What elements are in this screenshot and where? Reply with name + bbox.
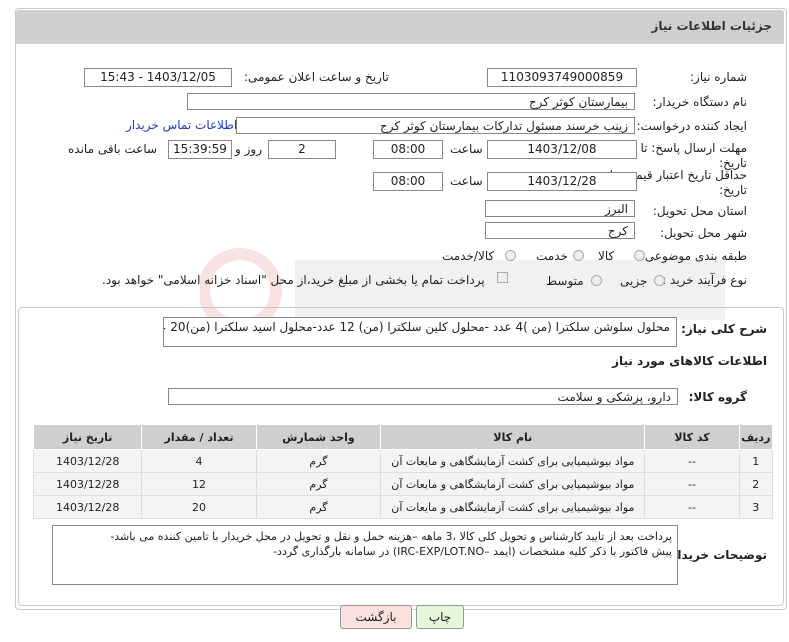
col-name: نام کالا [380,424,646,450]
creator-label: ایجاد کننده درخواست: [636,119,747,133]
category-option-goods: کالا [598,249,615,263]
cell-unit: گرم [255,449,382,473]
validity-time-label: ساعت [450,174,483,188]
category-label: طبقه بندی موضوعی: [640,249,747,263]
buyer-org-label: نام دستگاه خریدار: [652,95,748,109]
cell-qty: 12 [141,472,257,496]
buyer-contact-link[interactable]: اطلاعات تماس خریدار [126,118,237,132]
category-radio-service[interactable] [573,250,584,261]
goods-group-field[interactable]: دارو، پزشکی و سلامت [168,388,678,405]
description-field[interactable]: محلول سلوشن سلکترا (من )4 عدد -محلول کلی… [163,317,677,347]
validity-date-field[interactable]: 1403/12/28 [487,172,637,191]
table-row[interactable]: 2 -- مواد بیوشیمیایی برای کشت آزمایشگاهی… [32,472,774,496]
province-label: استان محل تحویل: [652,204,747,218]
buyer-notes-field[interactable]: پرداخت بعد از تایید کارشناس و تحویل کلی … [52,525,678,585]
category-radio-goods-service[interactable] [505,250,516,261]
remaining-time-field[interactable]: 15:39:59 [168,140,232,159]
buyer-notes-label: توضیحات خریدار: [665,548,767,562]
col-unit: واحد شمارش [255,424,382,450]
col-date: تاریخ نیاز [32,424,143,450]
category-radio-goods[interactable] [634,250,645,261]
treasury-note: پرداخت تمام یا بخشی از مبلغ خرید،از محل … [102,273,485,287]
treasury-checkbox[interactable] [497,272,508,283]
cell-date: 1403/12/28 [32,495,143,519]
need-number-field[interactable]: 1103093749000859 [487,68,637,87]
process-radio-medium[interactable] [591,275,602,286]
validity-time-field[interactable]: 08:00 [373,172,443,191]
cell-name: مواد بیوشیمیایی برای کشت آزمایشگاهی و ما… [380,472,646,496]
print-button[interactable]: چاپ [416,605,464,629]
cell-date: 1403/12/28 [32,472,143,496]
validity-label-2: تاریخ: [719,183,747,197]
category-option-service: خدمت [536,249,568,263]
goods-group-label: گروه کالا: [688,390,747,404]
col-row: ردیف [738,424,774,450]
category-option-goods-service: کالا/خدمت [442,249,495,263]
cell-unit: گرم [255,472,382,496]
buyer-notes-line-2: پیش فاکتور با ذکر کلیه مشخصات (ایمد –IRC… [273,545,672,558]
deadline-time-field[interactable]: 08:00 [373,140,443,159]
remaining-label: ساعت باقی مانده [68,142,158,156]
days-label: روز و [235,142,262,156]
goods-section-title: اطلاعات کالاهای مورد نیاز [612,354,767,368]
city-field[interactable]: کرج [485,222,635,239]
cell-unit: گرم [255,495,382,519]
deadline-date-field[interactable]: 1403/12/08 [487,140,637,159]
cell-row: 3 [738,495,774,519]
cell-row: 2 [738,472,774,496]
city-label: شهر محل تحویل: [660,226,747,240]
deadline-time-label: ساعت [450,142,483,156]
cell-code: -- [644,472,740,496]
process-option-medium: متوسط [546,274,584,288]
table-row[interactable]: 3 -- مواد بیوشیمیایی برای کشت آزمایشگاهی… [32,495,774,519]
goods-table: ردیف کد کالا نام کالا واحد شمارش تعداد /… [32,424,774,519]
buyer-notes-line-1: پرداخت بعد از تایید کارشناس و تحویل کلی … [110,530,672,543]
process-option-minor: جزیی [620,274,648,288]
cell-date: 1403/12/28 [32,449,143,473]
panel-header: جزئیات اطلاعات نیاز [16,10,784,44]
description-label: شرح کلی نیاز: [681,322,767,336]
announce-label: تاریخ و ساعت اعلان عمومی: [244,70,389,84]
deadline-label: مهلت ارسال پاسخ: تا [640,141,747,155]
goods-table-header: ردیف کد کالا نام کالا واحد شمارش تعداد /… [32,424,774,450]
creator-field[interactable]: زینب خرسند مسئول تدارکات بیمارستان کوثر … [236,117,635,134]
process-label: نوع فرآیند خرید : [662,273,747,287]
panel-title: جزئیات اطلاعات نیاز [651,19,772,33]
back-button[interactable]: بازگشت [340,605,412,629]
need-number-label: شماره نیاز: [690,70,747,84]
cell-name: مواد بیوشیمیایی برای کشت آزمایشگاهی و ما… [380,495,646,519]
cell-qty: 4 [141,449,257,473]
cell-code: -- [644,495,740,519]
cell-qty: 20 [141,495,257,519]
buyer-org-field[interactable]: بیمارستان کوثر کرج [187,93,635,110]
col-code: کد کالا [644,424,740,450]
cell-row: 1 [738,449,774,473]
cell-code: -- [644,449,740,473]
cell-name: مواد بیوشیمیایی برای کشت آزمایشگاهی و ما… [380,449,646,473]
table-row[interactable]: 1 -- مواد بیوشیمیایی برای کشت آزمایشگاهی… [32,449,774,473]
days-field[interactable]: 2 [268,140,336,159]
process-radio-minor[interactable] [654,275,665,286]
col-qty: تعداد / مقدار [141,424,257,450]
province-field[interactable]: البرز [485,200,635,217]
announce-field[interactable]: 1403/12/05 - 15:43 [84,68,232,87]
